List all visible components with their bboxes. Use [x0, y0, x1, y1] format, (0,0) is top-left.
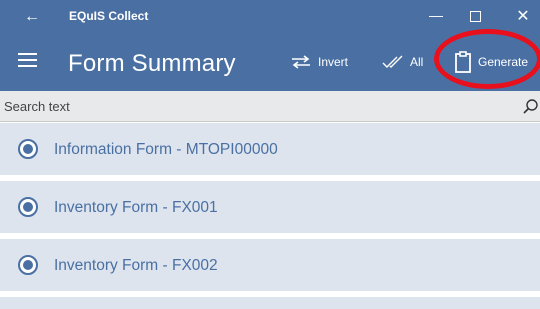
- hamburger-menu-icon[interactable]: [18, 53, 37, 69]
- close-icon[interactable]: ✕: [506, 0, 540, 33]
- search-icon[interactable]: [522, 98, 540, 116]
- generate-button[interactable]: Generate: [454, 33, 528, 91]
- generate-label: Generate: [478, 55, 529, 69]
- form-label: Information Form - MTOPI00000: [54, 141, 278, 158]
- window-title: EQuIS Collect: [69, 9, 149, 23]
- page-title: Form Summary: [68, 50, 236, 77]
- invert-label: Invert: [318, 55, 349, 69]
- select-all-button[interactable]: All: [382, 33, 423, 91]
- list-item[interactable]: Information Form - MTOPI00000: [0, 123, 540, 175]
- search-bar: [0, 91, 540, 122]
- invert-button[interactable]: Invert: [290, 33, 348, 91]
- form-label: Inventory Form - FX002: [54, 257, 218, 274]
- clipboard-icon: [454, 51, 472, 73]
- form-list: Information Form - MTOPI00000 Inventory …: [0, 123, 540, 309]
- back-arrow-icon[interactable]: ←: [20, 0, 44, 33]
- title-bar: ← EQuIS Collect — ✕: [0, 0, 540, 33]
- list-item[interactable]: [0, 297, 540, 309]
- form-label: Inventory Form - FX001: [54, 199, 218, 216]
- all-label: All: [410, 55, 424, 69]
- radio-selected-icon[interactable]: [18, 197, 38, 217]
- radio-selected-icon[interactable]: [18, 139, 38, 159]
- search-input[interactable]: [0, 91, 510, 122]
- maximize-icon[interactable]: [456, 0, 496, 33]
- radio-selected-icon[interactable]: [18, 255, 38, 275]
- minimize-icon[interactable]: —: [416, 0, 456, 33]
- swap-arrows-icon: [290, 55, 312, 69]
- list-item[interactable]: Inventory Form - FX001: [0, 181, 540, 233]
- app-header: Form Summary Invert All Generate: [0, 33, 540, 91]
- double-check-icon: [382, 55, 404, 69]
- list-item[interactable]: Inventory Form - FX002: [0, 239, 540, 291]
